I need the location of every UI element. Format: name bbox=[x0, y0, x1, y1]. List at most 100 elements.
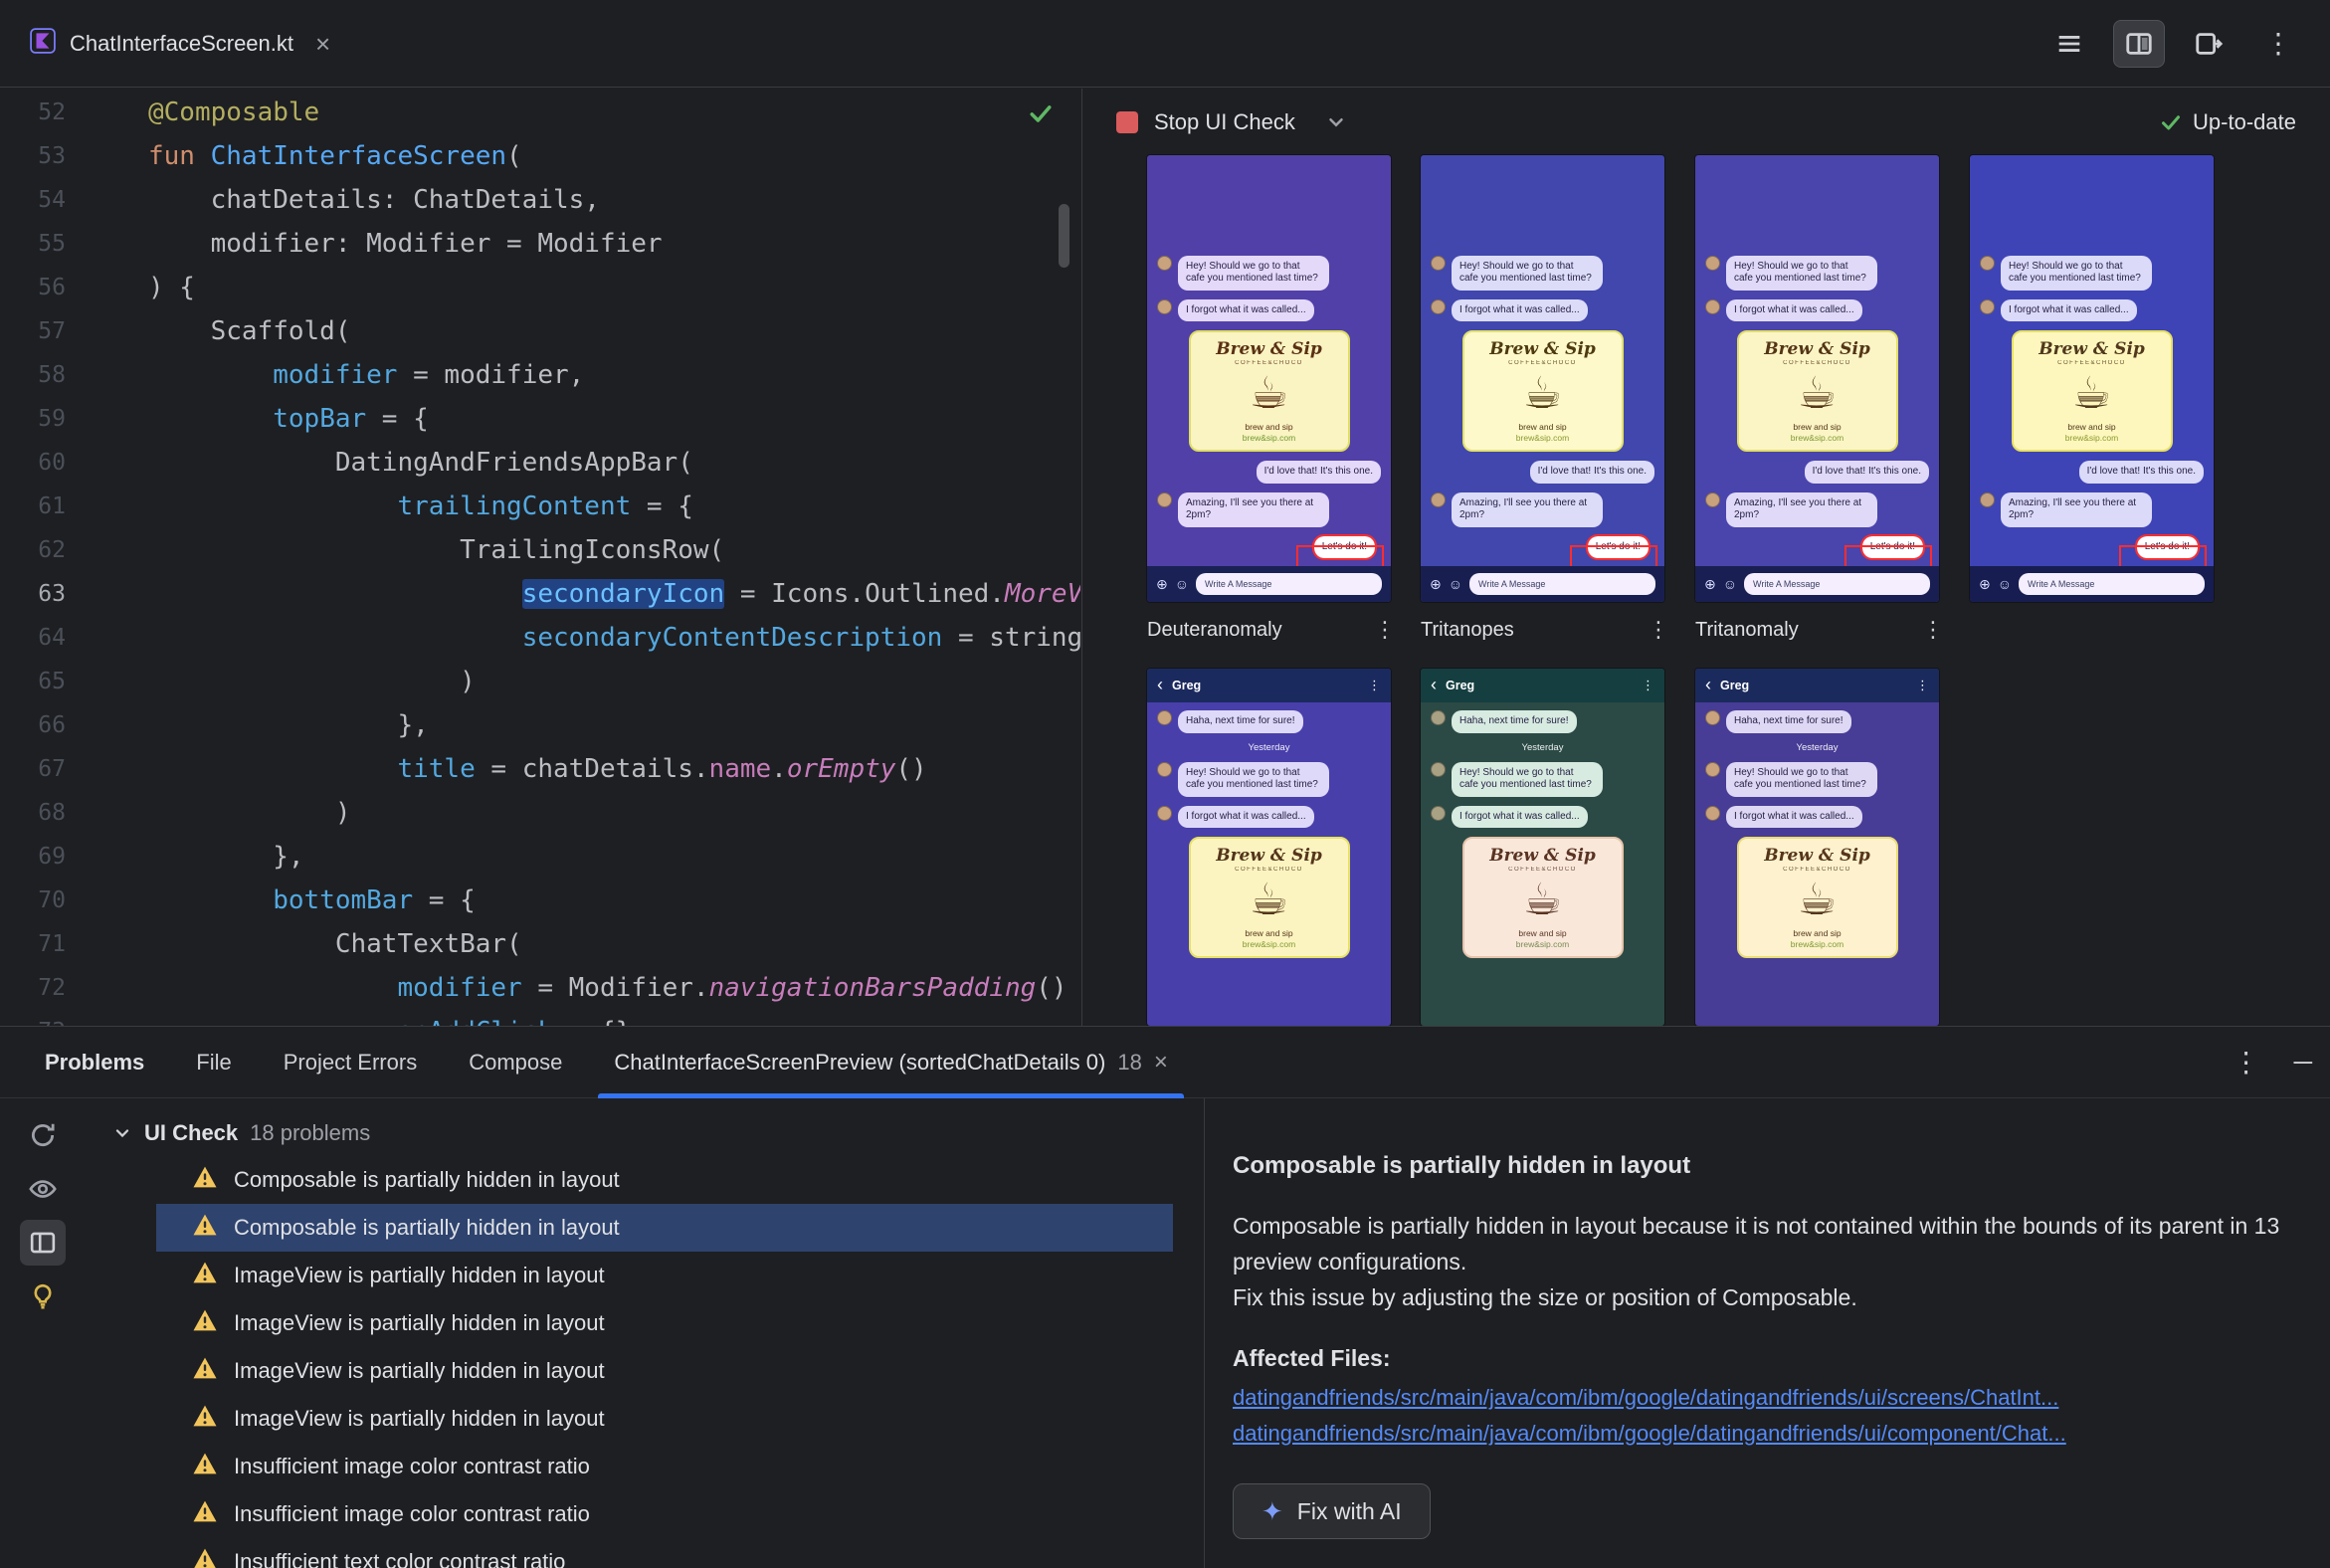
code-line[interactable]: 66 }, bbox=[0, 703, 1080, 747]
code-line[interactable]: 64 secondaryContentDescription = stringR… bbox=[0, 616, 1080, 660]
more-vertical-icon[interactable]: ⋮ bbox=[1648, 617, 1669, 643]
avatar bbox=[1157, 805, 1172, 821]
code-line[interactable]: 58 modifier = modifier, bbox=[0, 353, 1080, 397]
code-line[interactable]: 68 ) bbox=[0, 791, 1080, 835]
line-number: 55 bbox=[38, 231, 66, 257]
problem-description: Composable is partially hidden in layout… bbox=[1233, 1213, 2280, 1310]
stop-ui-check-button[interactable]: Stop UI Check bbox=[1154, 109, 1295, 135]
preview-phone[interactable]: Hey! Should we go to that cafe you menti… bbox=[1695, 155, 1939, 602]
code-line[interactable]: 55 modifier: Modifier = Modifier bbox=[0, 222, 1080, 266]
code-line[interactable]: 61 trailingContent = { bbox=[0, 485, 1080, 528]
inspection-ok-icon[interactable] bbox=[1027, 99, 1055, 132]
ui-check-group[interactable]: UI Check 18 problems bbox=[85, 1110, 1204, 1156]
details-panel-icon[interactable] bbox=[19, 1220, 66, 1266]
ui-issue-highlight: Let's do it! bbox=[1295, 533, 1385, 566]
more-vertical-icon[interactable]: ⋮ bbox=[1922, 617, 1944, 643]
affected-file-link[interactable]: datingandfriends/src/main/java/com/ibm/g… bbox=[1233, 1380, 2290, 1416]
code-line[interactable]: 59 topBar = { bbox=[0, 397, 1080, 441]
problems-content: UI Check 18 problems Composable is parti… bbox=[0, 1098, 2330, 1568]
chat-header: ‹ Greg ⋮ bbox=[1695, 669, 1939, 702]
card-tagline: COFFEE&CHOCO bbox=[2057, 360, 2126, 366]
card-link-text: brew&sip.com bbox=[1790, 939, 1845, 949]
preview-phone[interactable]: Hey! Should we go to that cafe you menti… bbox=[1421, 155, 1664, 602]
code-line[interactable]: 52 @Composable bbox=[0, 91, 1080, 134]
split-editor-icon[interactable] bbox=[2113, 19, 2165, 68]
preview-phone[interactable]: Hey! Should we go to that cafe you menti… bbox=[1970, 155, 2214, 602]
tab-label: ChatInterfaceScreenPreview (sortedChatDe… bbox=[614, 1049, 1106, 1075]
code-line[interactable]: 69 }, bbox=[0, 835, 1080, 879]
tool-window-title[interactable]: Problems bbox=[45, 1027, 144, 1097]
code-line[interactable]: 73 onAddClick = {}, bbox=[0, 1010, 1080, 1026]
code-line[interactable]: 56) { bbox=[0, 266, 1080, 309]
card-brand: Brew & Sip bbox=[1764, 339, 1870, 359]
tab-close-icon[interactable]: × bbox=[1154, 1049, 1168, 1077]
menu-lines-icon[interactable] bbox=[2043, 20, 2095, 68]
code-line[interactable]: 67 title = chatDetails.name.orEmpty() bbox=[0, 747, 1080, 791]
tab-title: ChatInterfaceScreen.kt bbox=[70, 30, 294, 56]
more-vertical-icon[interactable]: ⋮ bbox=[2252, 20, 2304, 68]
rerun-check-icon[interactable] bbox=[20, 1112, 66, 1158]
problem-item[interactable]: Composable is partially hidden in layout bbox=[156, 1204, 1173, 1252]
coffee-shop-card: Brew & Sip COFFEE&CHOCO ☕ brew and sip brew&… bbox=[2011, 330, 2173, 452]
code-line[interactable]: 72 modifier = Modifier.navigationBarsPad… bbox=[0, 966, 1080, 1010]
line-number: 70 bbox=[38, 887, 66, 913]
code-text: modifier = Modifier.navigationBarsPaddin… bbox=[397, 973, 1068, 1003]
preview-phone[interactable]: ‹ Greg ⋮ Haha, next time for sure! Yesterday… bbox=[1421, 669, 1664, 1026]
coffee-shop-card: Brew & Sip COFFEE&CHOCO ☕ brew and sip brew&… bbox=[1188, 330, 1350, 452]
open-window-icon[interactable] bbox=[2183, 20, 2234, 68]
chat-bubble: Amazing, I'll see you there at 2pm? bbox=[2001, 491, 2152, 527]
more-vertical-icon[interactable]: ⋮ bbox=[2233, 1046, 2260, 1078]
code-line[interactable]: 57 Scaffold( bbox=[0, 309, 1080, 353]
code-line[interactable]: 71 ChatTextBar( bbox=[0, 922, 1080, 966]
problem-item[interactable]: ImageView is partially hidden in layout bbox=[156, 1299, 1173, 1347]
chat-bubble: Hey! Should we go to that cafe you menti… bbox=[1178, 255, 1329, 291]
line-number: 52 bbox=[38, 99, 66, 125]
editor-scrollbar[interactable] bbox=[1059, 204, 1069, 268]
problems-tab[interactable]: Compose bbox=[469, 1027, 562, 1097]
chat-bubble: I'd love that! It's this one. bbox=[1256, 461, 1381, 484]
affected-file-link[interactable]: datingandfriends/src/main/java/com/ibm/g… bbox=[1233, 1416, 2290, 1452]
chat-bubble: Haha, next time for sure! bbox=[1452, 710, 1577, 733]
problem-item[interactable]: Insufficient image color contrast ratio bbox=[156, 1443, 1173, 1490]
code-line[interactable]: 63 secondaryIcon = Icons.Outlined.MoreVe… bbox=[0, 572, 1080, 616]
chat-bubble: Amazing, I'll see you there at 2pm? bbox=[1726, 491, 1877, 527]
editor-tab-chatinterfacescreen[interactable]: ChatInterfaceScreen.kt × bbox=[0, 0, 352, 87]
contact-name: Greg bbox=[1446, 679, 1475, 692]
problem-item[interactable]: ImageView is partially hidden in layout bbox=[156, 1347, 1173, 1395]
problem-item[interactable]: Insufficient text color contrast ratio bbox=[156, 1538, 1173, 1568]
preview-phone[interactable]: ‹ Greg ⋮ Haha, next time for sure! Yesterday… bbox=[1695, 669, 1939, 1026]
problems-tab[interactable]: File bbox=[196, 1027, 231, 1097]
problems-tab[interactable]: Project Errors bbox=[284, 1027, 417, 1097]
problem-item[interactable]: Composable is partially hidden in layout bbox=[156, 1156, 1173, 1204]
minimize-icon[interactable]: ─ bbox=[2294, 1047, 2312, 1078]
stop-icon[interactable] bbox=[1116, 110, 1138, 133]
problem-item[interactable]: Insufficient image color contrast ratio bbox=[156, 1490, 1173, 1538]
contact-name: Greg bbox=[1172, 679, 1202, 692]
code-line[interactable]: 65 ) bbox=[0, 660, 1080, 703]
code-line[interactable]: 70 bottomBar = { bbox=[0, 879, 1080, 922]
preview-phone[interactable]: Hey! Should we go to that cafe you menti… bbox=[1147, 155, 1391, 602]
lightbulb-icon[interactable] bbox=[20, 1274, 66, 1319]
preview-eye-icon[interactable] bbox=[20, 1166, 66, 1212]
code-line[interactable]: 53 fun ChatInterfaceScreen( bbox=[0, 134, 1080, 178]
code-text: trailingContent = { bbox=[397, 491, 693, 521]
coffee-cup-image: ☕ bbox=[1797, 876, 1838, 924]
line-number: 54 bbox=[38, 187, 66, 213]
chevron-down-icon[interactable] bbox=[1325, 111, 1347, 133]
problem-item[interactable]: ImageView is partially hidden in layout bbox=[156, 1252, 1173, 1299]
avatar bbox=[1705, 805, 1720, 821]
more-vertical-icon[interactable]: ⋮ bbox=[1374, 617, 1396, 643]
code-editor[interactable]: 52 @Composable 53 fun ChatInterfaceScreen(5… bbox=[0, 89, 1080, 1026]
problems-tab[interactable]: ChatInterfaceScreenPreview (sortedChatDe… bbox=[598, 1027, 1184, 1098]
code-line[interactable]: 54 chatDetails: ChatDetails, bbox=[0, 178, 1080, 222]
code-line[interactable]: 62 TrailingIconsRow( bbox=[0, 528, 1080, 572]
problem-item[interactable]: ImageView is partially hidden in layout bbox=[156, 1395, 1173, 1443]
code-line[interactable]: 60 DatingAndFriendsAppBar( bbox=[0, 441, 1080, 485]
fix-with-ai-button[interactable]: ✦ Fix with AI bbox=[1233, 1483, 1431, 1539]
back-icon: ‹ bbox=[1431, 675, 1437, 694]
title-bar: ChatInterfaceScreen.kt × ⋮ bbox=[0, 0, 2330, 88]
problem-label: Insufficient image color contrast ratio bbox=[234, 1501, 590, 1526]
tab-label: File bbox=[196, 1049, 232, 1075]
tab-close-icon[interactable]: × bbox=[315, 31, 330, 57]
preview-phone[interactable]: ‹ Greg ⋮ Haha, next time for sure! Yesterday… bbox=[1147, 669, 1391, 1026]
